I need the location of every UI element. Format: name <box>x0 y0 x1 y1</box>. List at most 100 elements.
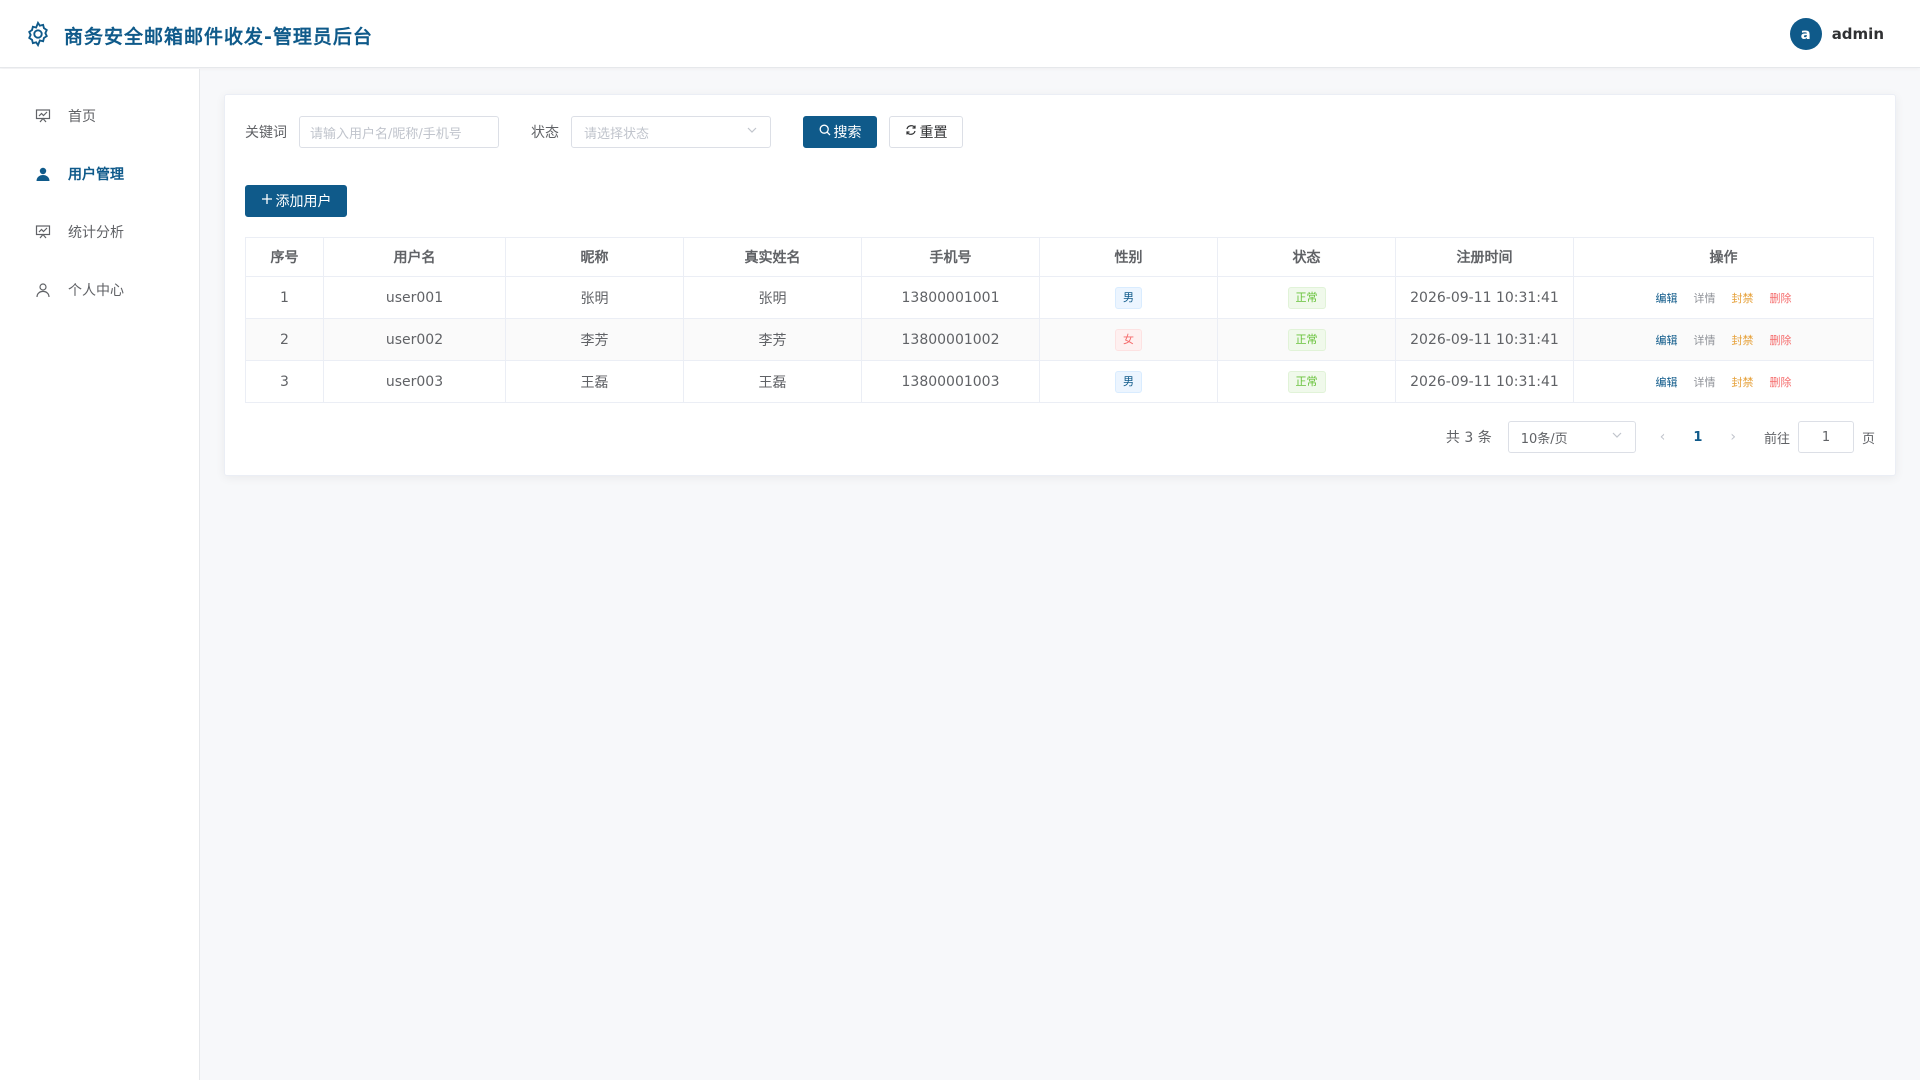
cell-phone: 13800001003 <box>861 360 1040 403</box>
column-header: 性别 <box>1039 237 1218 277</box>
cell-gender: 女 <box>1039 318 1218 361</box>
ban-link[interactable]: 封禁 <box>1732 292 1754 305</box>
gender-tag: 女 <box>1115 328 1142 351</box>
column-header: 注册时间 <box>1395 237 1574 277</box>
user-list-card: 关键词 请输入用户名/昵称/手机号 状态 请选择状态 搜索 重置 添加用户 序号… <box>224 94 1896 476</box>
column-header: 用户名 <box>323 237 506 277</box>
keyword-placeholder: 请输入用户名/昵称/手机号 <box>310 126 462 142</box>
page-number[interactable]: 1 <box>1693 430 1702 445</box>
search-icon <box>819 124 831 140</box>
cell-phone: 13800001002 <box>861 318 1040 361</box>
user-table: 序号 用户名 昵称 真实姓名 手机号 性别 状态 注册时间 操作 1 user0… <box>245 237 1874 403</box>
username[interactable]: admin <box>1832 25 1884 43</box>
cell-realname: 王磊 <box>683 360 862 403</box>
search-bar: 关键词 请输入用户名/昵称/手机号 状态 请选择状态 搜索 重置 <box>245 115 963 149</box>
reset-button-label: 重置 <box>919 125 948 141</box>
ban-link[interactable]: 封禁 <box>1732 334 1754 347</box>
keyword-label: 关键词 <box>245 125 287 141</box>
goto-page-value: 1 <box>1821 429 1831 445</box>
delete-link[interactable]: 删除 <box>1770 376 1792 389</box>
chevron-down-icon <box>746 124 758 140</box>
table-header-row: 序号 用户名 昵称 真实姓名 手机号 性别 状态 注册时间 操作 <box>245 237 1874 277</box>
search-button[interactable]: 搜索 <box>803 116 877 148</box>
cell-registered: 2026-09-11 10:31:41 <box>1395 360 1574 403</box>
app-title: 商务安全邮箱邮件收发-管理员后台 <box>64 26 373 48</box>
sidebar: 首页 用户管理 统计分析 个人中心 <box>0 69 200 1080</box>
add-user-label: 添加用户 <box>275 194 332 210</box>
presentation-icon <box>34 107 52 125</box>
prev-page-icon[interactable]: ‹ <box>1660 429 1666 445</box>
sidebar-item-home[interactable]: 首页 <box>0 96 199 136</box>
sidebar-item-profile[interactable]: 个人中心 <box>0 270 199 310</box>
gender-tag: 男 <box>1115 286 1142 309</box>
chevron-down-icon <box>1611 429 1623 445</box>
detail-link[interactable]: 详情 <box>1694 334 1716 347</box>
keyword-input[interactable]: 请输入用户名/昵称/手机号 <box>299 116 499 148</box>
column-header: 状态 <box>1217 237 1396 277</box>
sidebar-item-label: 用户管理 <box>68 167 124 183</box>
cell-index: 3 <box>245 360 324 403</box>
cell-username: user001 <box>323 276 506 319</box>
edit-link[interactable]: 编辑 <box>1656 334 1678 347</box>
refresh-icon <box>905 124 917 140</box>
delete-link[interactable]: 删除 <box>1770 334 1792 347</box>
page-suffix: 页 <box>1861 431 1875 447</box>
reset-button[interactable]: 重置 <box>889 116 963 148</box>
status-tag: 正常 <box>1287 370 1326 393</box>
cell-username: user002 <box>323 318 506 361</box>
detail-link[interactable]: 详情 <box>1694 376 1716 389</box>
cell-realname: 张明 <box>683 276 862 319</box>
goto-page-input[interactable]: 1 <box>1797 421 1854 453</box>
cell-actions: 编辑 详情 封禁 删除 <box>1573 276 1874 319</box>
cell-status: 正常 <box>1217 276 1396 319</box>
table-row: 3 user003 王磊 王磊 13800001003 男 正常 2026-09… <box>245 360 1874 403</box>
top-header: 商务安全邮箱邮件收发-管理员后台 a admin <box>0 0 1920 68</box>
column-header: 序号 <box>245 237 324 277</box>
table-row: 1 user001 张明 张明 13800001001 男 正常 2026-09… <box>245 276 1874 319</box>
status-label: 状态 <box>531 125 559 141</box>
cell-status: 正常 <box>1217 360 1396 403</box>
cell-index: 1 <box>245 276 324 319</box>
add-user-button[interactable]: 添加用户 <box>245 185 347 217</box>
plus-icon <box>261 193 273 209</box>
cell-nickname: 张明 <box>505 276 684 319</box>
status-select[interactable]: 请选择状态 <box>571 116 771 148</box>
user-outline-icon <box>34 281 52 299</box>
column-header: 真实姓名 <box>683 237 862 277</box>
cell-actions: 编辑 详情 封禁 删除 <box>1573 360 1874 403</box>
cell-actions: 编辑 详情 封禁 删除 <box>1573 318 1874 361</box>
detail-link[interactable]: 详情 <box>1694 292 1716 305</box>
cell-realname: 李芳 <box>683 318 862 361</box>
sidebar-item-statistics[interactable]: 统计分析 <box>0 212 199 252</box>
delete-link[interactable]: 删除 <box>1770 292 1792 305</box>
avatar[interactable]: a <box>1789 18 1822 50</box>
gender-tag: 男 <box>1115 370 1142 393</box>
ban-link[interactable]: 封禁 <box>1732 376 1754 389</box>
edit-link[interactable]: 编辑 <box>1656 376 1678 389</box>
page-size-value: 10条/页 <box>1520 431 1568 447</box>
search-button-label: 搜索 <box>833 125 862 141</box>
user-menu[interactable]: a admin <box>1789 18 1884 50</box>
sidebar-item-label: 统计分析 <box>68 225 124 241</box>
status-placeholder: 请选择状态 <box>584 126 650 142</box>
cell-index: 2 <box>245 318 324 361</box>
sidebar-item-label: 首页 <box>68 109 96 125</box>
cell-phone: 13800001001 <box>861 276 1040 319</box>
page-size-select[interactable]: 10条/页 <box>1507 421 1636 453</box>
pagination: 共 3 条 10条/页 ‹ 1 › 前往 1 页 <box>1446 421 1875 453</box>
presentation-icon <box>34 223 52 241</box>
cell-registered: 2026-09-11 10:31:41 <box>1395 276 1574 319</box>
total-count: 共 3 条 <box>1445 430 1492 446</box>
edit-link[interactable]: 编辑 <box>1656 292 1678 305</box>
sidebar-item-label: 个人中心 <box>68 283 124 299</box>
column-header: 昵称 <box>505 237 684 277</box>
next-page-icon[interactable]: › <box>1730 429 1736 445</box>
status-tag: 正常 <box>1287 328 1326 351</box>
cell-status: 正常 <box>1217 318 1396 361</box>
table-row: 2 user002 李芳 李芳 13800001002 女 正常 2026-09… <box>245 318 1874 361</box>
cell-username: user003 <box>323 360 506 403</box>
cell-gender: 男 <box>1039 276 1218 319</box>
gear-icon <box>28 20 48 48</box>
cell-gender: 男 <box>1039 360 1218 403</box>
sidebar-item-user-management[interactable]: 用户管理 <box>0 154 199 194</box>
